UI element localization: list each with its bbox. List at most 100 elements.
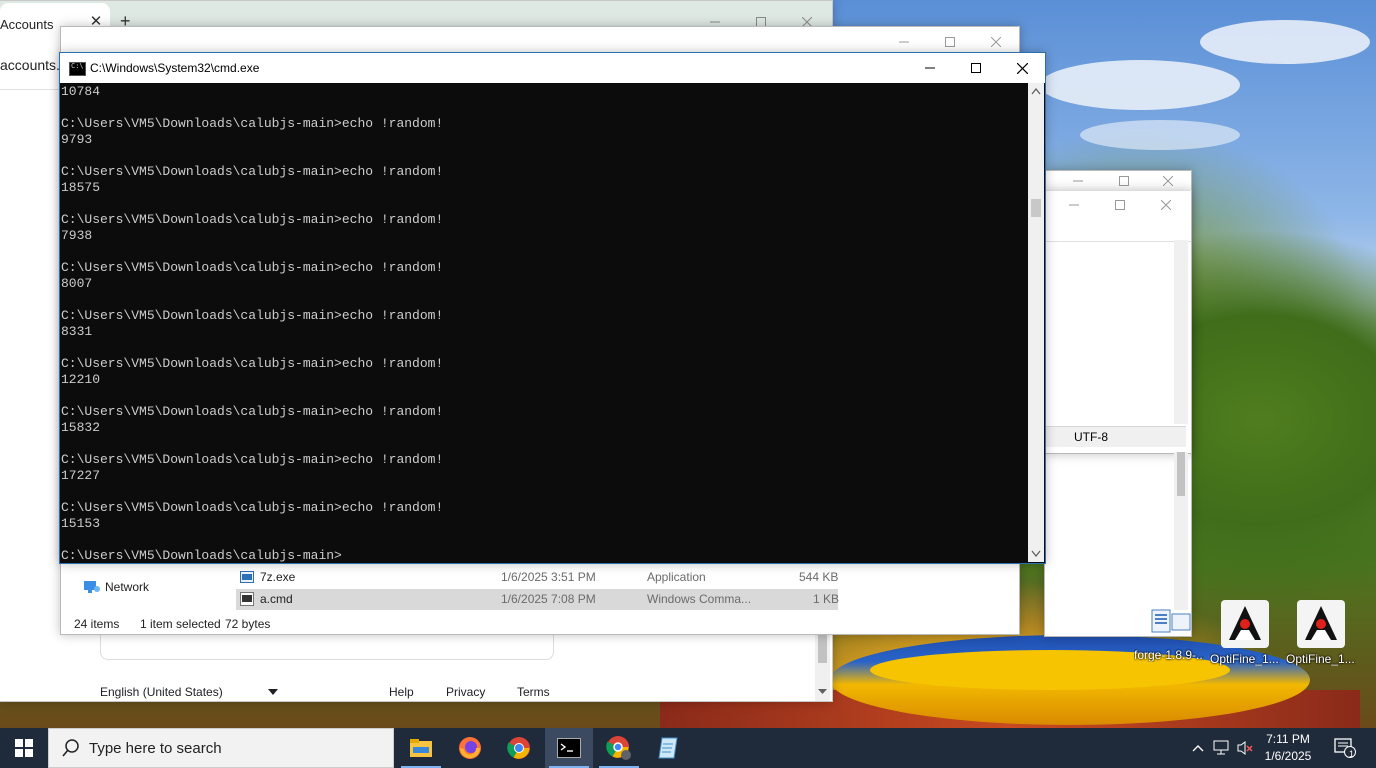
taskbar-firefox[interactable]: [446, 728, 494, 768]
console-line: C:\Users\VM5\Downloads\calubjs-main>echo…: [61, 164, 444, 179]
nav-item-network[interactable]: Network: [81, 577, 231, 597]
console-line: 8331: [61, 324, 93, 339]
console-line: C:\Users\VM5\Downloads\calubjs-main>echo…: [61, 404, 444, 419]
notification-count-badge: 1: [1349, 749, 1355, 759]
chrome-icon: [507, 737, 530, 759]
minimize-button[interactable]: [1051, 191, 1097, 219]
file-row[interactable]: 7z.exe 1/6/2025 3:51 PM Application 544 …: [236, 567, 838, 588]
console-line: 8007: [61, 276, 93, 291]
file-name: 7z.exe: [260, 570, 296, 584]
status-size: 72 bytes: [225, 617, 271, 631]
start-button[interactable]: [0, 728, 48, 768]
console-line: 7938: [61, 228, 93, 243]
console-line: C:\Users\VM5\Downloads\calubjs-main>echo…: [61, 260, 444, 275]
scroll-thumb[interactable]: [818, 631, 827, 663]
status-item-count: 24 items: [74, 617, 120, 631]
file-row-selected[interactable]: a.cmd 1/6/2025 7:08 PM Windows Comma... …: [236, 589, 840, 610]
console-line: C:\Users\VM5\Downloads\calubjs-main>echo…: [61, 308, 444, 323]
console-line: 18575: [61, 180, 101, 195]
terms-link[interactable]: Terms: [517, 685, 550, 699]
help-link[interactable]: Help: [389, 685, 414, 699]
scroll-thumb[interactable]: [1031, 199, 1041, 217]
taskbar-cmd[interactable]: [545, 728, 593, 768]
console-line: C:\Users\VM5\Downloads\calubjs-main>echo…: [61, 356, 444, 371]
minimize-button[interactable]: [907, 53, 953, 83]
wallpaper-cloud: [1200, 20, 1370, 64]
chrome-settings-icon: [606, 736, 631, 760]
cmd-titlebar[interactable]: C:\Windows\System32\cmd.exe: [60, 53, 1045, 83]
file-date: 1/6/2025 7:08 PM: [501, 592, 596, 606]
notifications-button[interactable]: 1: [1330, 728, 1360, 768]
console-line: 15832: [61, 420, 101, 435]
console-line: 10784: [61, 84, 101, 99]
taskbar-clock[interactable]: 7:11 PM 1/6/2025: [1258, 731, 1318, 765]
encoding-label: UTF-8: [1074, 430, 1108, 444]
network-icon: [84, 581, 100, 593]
cmd-scrollbar[interactable]: [1028, 83, 1044, 562]
notepad-statusbar: [1046, 426, 1186, 447]
search-placeholder: Type here to search: [89, 740, 222, 757]
chevron-down-icon[interactable]: [268, 689, 278, 695]
chevron-up-icon: [1192, 745, 1204, 752]
console-line: C:\Users\VM5\Downloads\calubjs-main>echo…: [61, 500, 444, 515]
notepad-menubar: [1045, 221, 1191, 242]
maximize-button[interactable]: [1097, 191, 1143, 219]
tab-title: Accounts: [0, 17, 54, 32]
volume-tray-button[interactable]: [1234, 728, 1256, 768]
scroll-down-arrow-icon[interactable]: [1031, 550, 1041, 557]
taskbar-chrome[interactable]: [495, 728, 543, 768]
taskbar-search[interactable]: Type here to search: [48, 728, 394, 768]
exe-file-icon: [240, 571, 254, 583]
wallpaper-cloud: [1080, 120, 1240, 150]
desktop-icon-forge[interactable]: forge-1.8.9-...: [1134, 604, 1204, 662]
desktop-icon-optifine-2[interactable]: OptiFine_1....: [1286, 600, 1356, 666]
explorer-scrollbar[interactable]: [1174, 452, 1188, 610]
wallpaper-cloud: [1040, 60, 1240, 110]
desktop-icon-optifine-1[interactable]: OptiFine_1....: [1210, 600, 1280, 666]
close-button[interactable]: [999, 53, 1045, 83]
privacy-link[interactable]: Privacy: [446, 685, 485, 699]
notepad-scrollbar[interactable]: [1174, 240, 1188, 424]
console-line: 9793: [61, 132, 93, 147]
file-type: Windows Comma...: [647, 592, 752, 606]
console-line: 17227: [61, 468, 101, 483]
address-text[interactable]: accounts.g: [0, 57, 68, 73]
show-hidden-icons-button[interactable]: [1188, 728, 1208, 768]
console-line: C:\Users\VM5\Downloads\calubjs-main>echo…: [61, 212, 444, 227]
java-duke-icon: [1297, 600, 1345, 648]
status-selection: 1 item selected: [140, 617, 221, 631]
desktop-icon-label: OptiFine_1....: [1210, 652, 1280, 666]
taskbar-file-explorer[interactable]: [397, 728, 445, 768]
console-line: 15153: [61, 516, 101, 531]
search-icon: [62, 739, 79, 757]
console-line: C:\Users\VM5\Downloads\calubjs-main>echo…: [61, 116, 444, 131]
language-select[interactable]: English (United States): [100, 685, 223, 699]
console-line: 12210: [61, 372, 101, 387]
taskbar-notepad[interactable]: [644, 728, 692, 768]
close-button[interactable]: [1143, 191, 1189, 219]
scroll-down-arrow-icon[interactable]: [818, 689, 827, 695]
nav-label: Network: [105, 580, 150, 594]
windows-logo-icon: [15, 739, 33, 757]
maximize-button[interactable]: [953, 53, 999, 83]
java-duke-icon: [1221, 600, 1269, 648]
clock-date: 1/6/2025: [1264, 749, 1312, 763]
console-output[interactable]: 10784 C:\Users\VM5\Downloads\calubjs-main…: [61, 84, 1027, 562]
cmd-window: C:\Windows\System32\cmd.exe 10784 C:\User…: [59, 52, 1046, 564]
desktop-icon-label: forge-1.8.9-...: [1134, 648, 1204, 662]
volume-muted-icon: [1237, 741, 1253, 755]
scroll-up-arrow-icon[interactable]: [1031, 88, 1041, 95]
file-date: 1/6/2025 3:51 PM: [501, 570, 596, 584]
scroll-thumb[interactable]: [1177, 452, 1185, 496]
taskbar-chrome-settings[interactable]: [595, 728, 643, 768]
browser-scrollbar[interactable]: [815, 631, 830, 701]
desktop-icon-label: OptiFine_1....: [1286, 652, 1356, 666]
network-tray-button[interactable]: [1210, 728, 1234, 768]
file-size: 1 KB: [813, 592, 840, 606]
firefox-icon: [459, 737, 481, 759]
cmd-file-icon: [240, 592, 254, 606]
